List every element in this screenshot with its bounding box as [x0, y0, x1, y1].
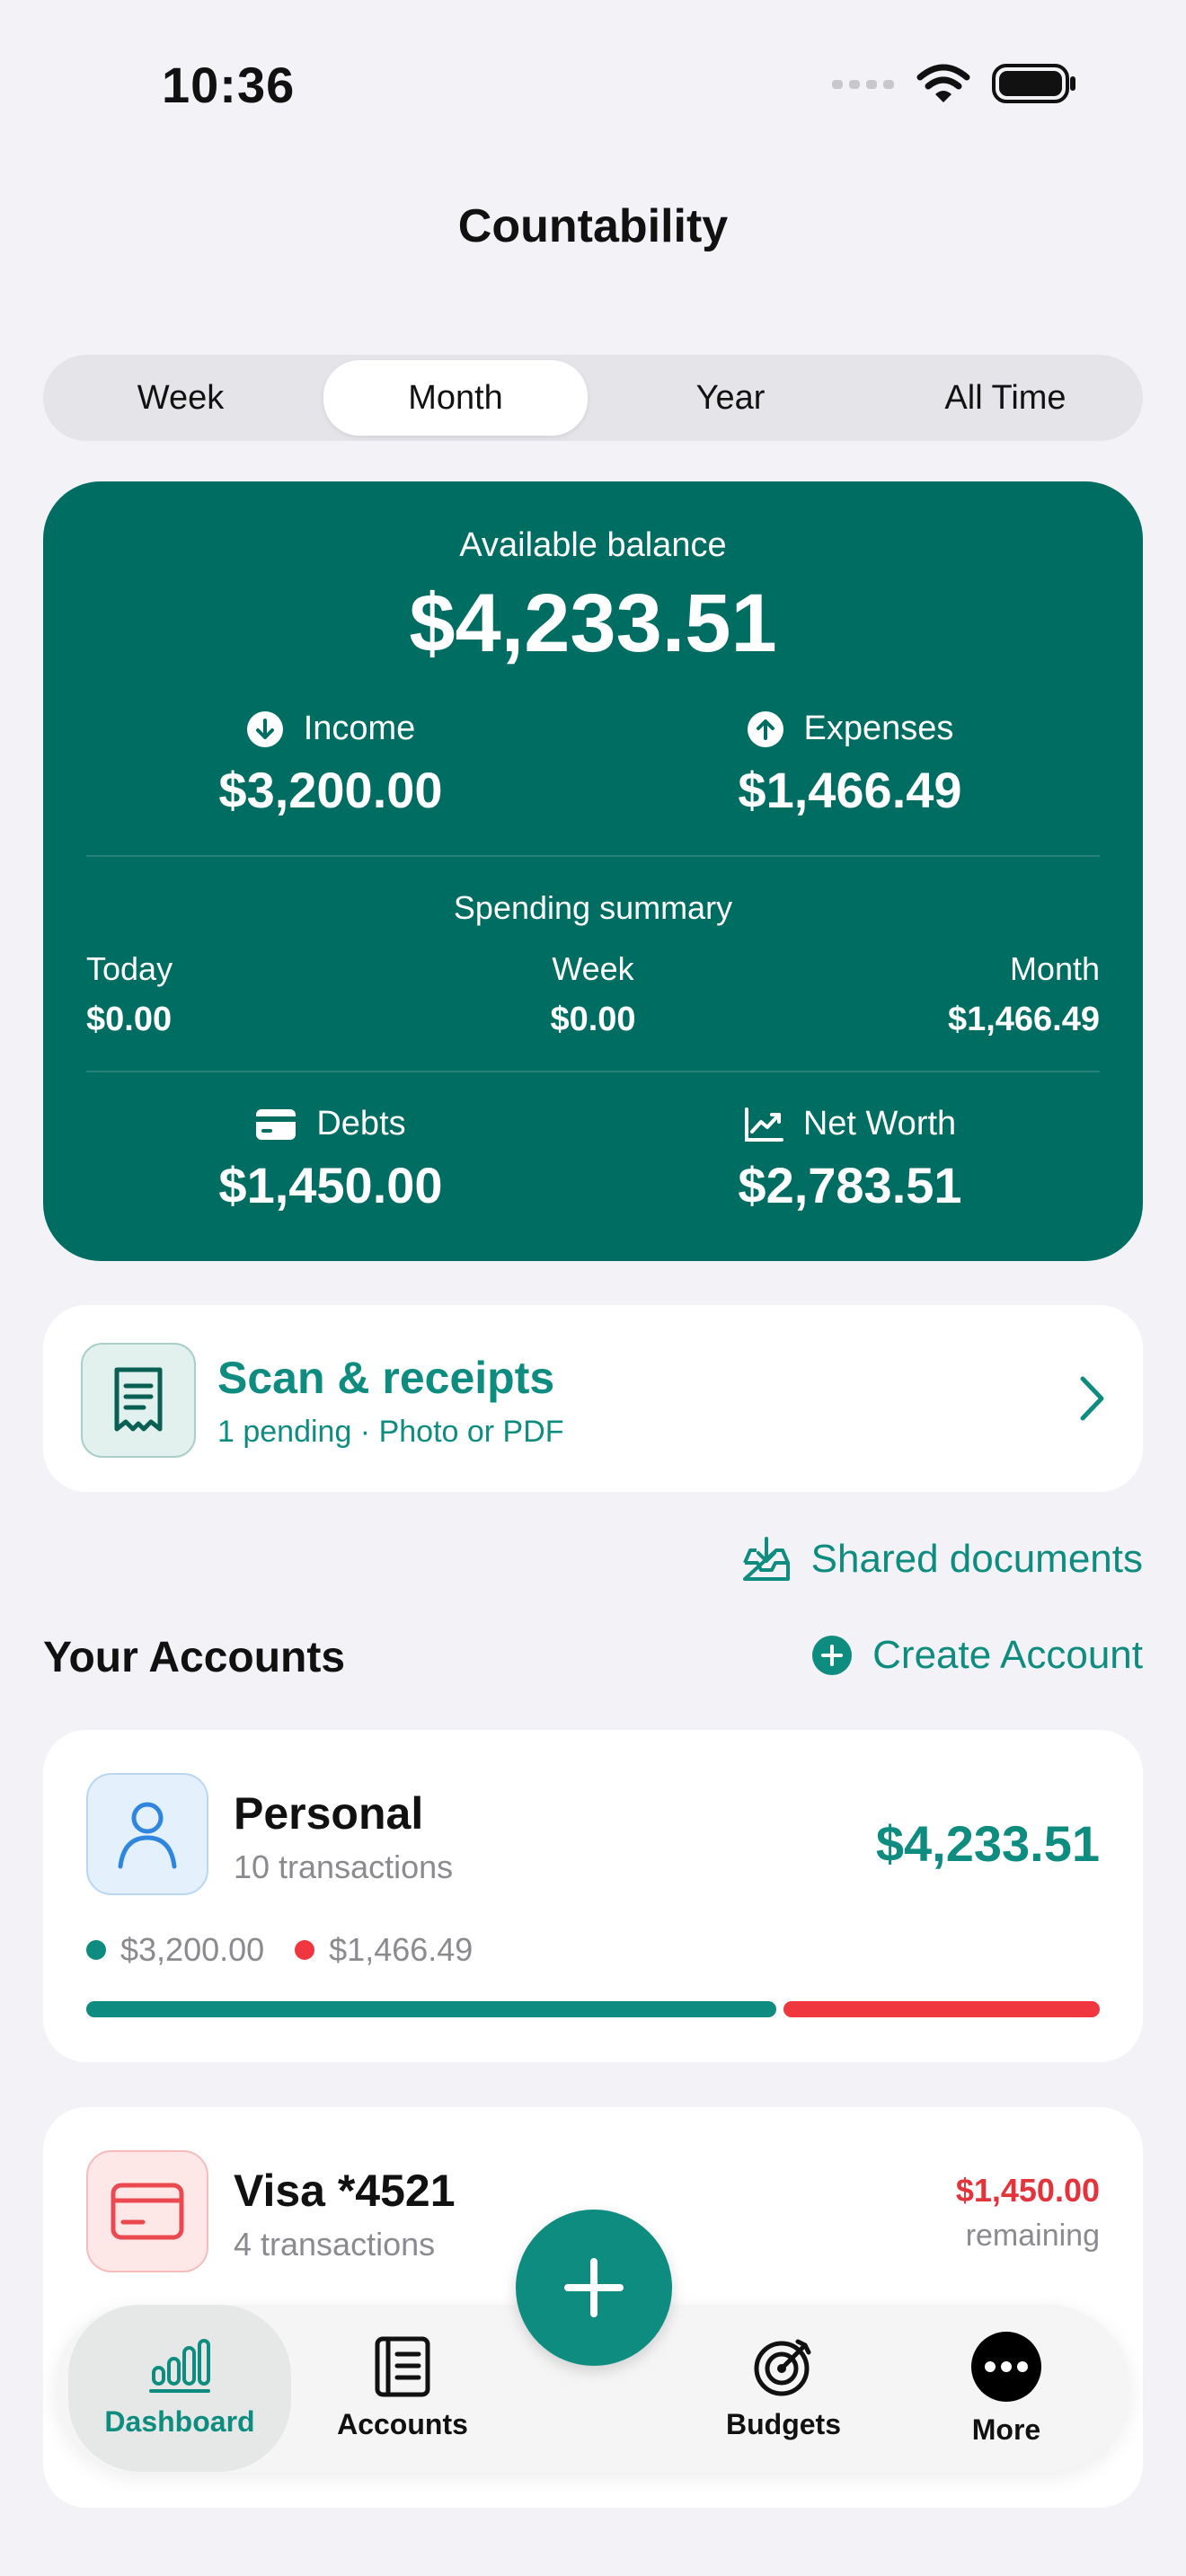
- income-progress-bar: [86, 2001, 776, 2017]
- expenses-amount: $1,466.49: [738, 762, 962, 818]
- debts-label: Debts: [316, 1105, 406, 1142]
- status-icons: [832, 63, 1078, 104]
- income-amount: $3,200.00: [218, 762, 443, 818]
- scan-receipts-card[interactable]: Scan & receipts 1 pending · Photo or PDF: [43, 1305, 1143, 1492]
- income-summary: Income $3,200.00: [70, 710, 591, 819]
- tab-more[interactable]: More: [895, 2305, 1118, 2472]
- target-icon: [754, 2339, 811, 2395]
- available-balance-amount: $4,233.51: [409, 578, 777, 669]
- tab-year[interactable]: Year: [598, 360, 863, 436]
- scan-subtitle: 1 pending · Photo or PDF: [217, 1415, 564, 1449]
- create-account-label: Create Account: [872, 1633, 1143, 1677]
- spending-summary-title: Spending summary: [453, 889, 733, 926]
- debts-summary: Debts $1,450.00: [70, 1105, 591, 1214]
- account-name: Personal: [234, 1788, 424, 1839]
- tab-all-time[interactable]: All Time: [873, 360, 1137, 436]
- tab-month[interactable]: Month: [323, 360, 588, 436]
- expense-progress-bar: [783, 2001, 1100, 2017]
- income-label: Income: [303, 710, 416, 747]
- expenses-label: Expenses: [803, 710, 954, 747]
- shared-documents-link[interactable]: Shared documents: [741, 1536, 1143, 1583]
- account-card-personal[interactable]: Personal 10 transactions $4,233.51 $3,20…: [43, 1730, 1143, 2062]
- account-name: Visa *4521: [234, 2166, 456, 2216]
- person-icon: [118, 1802, 177, 1869]
- debts-amount: $1,450.00: [218, 1157, 443, 1213]
- tab-week[interactable]: Week: [49, 360, 313, 436]
- income-expense-legend: $3,200.00 $1,466.49: [86, 1931, 473, 1969]
- more-ellipsis-icon: [971, 2331, 1041, 2402]
- credit-card-icon: [256, 1108, 296, 1140]
- inbox-download-icon: [742, 1537, 790, 1581]
- networth-amount: $2,783.51: [738, 1157, 962, 1213]
- chevron-right-icon: [1080, 1376, 1104, 1421]
- spending-month-value: $1,466.49: [947, 1001, 1100, 1038]
- plus-icon: [564, 2258, 624, 2317]
- cellular-signal-icon: [832, 80, 894, 89]
- shared-documents-label: Shared documents: [810, 1537, 1143, 1581]
- period-segmented-control: Week Month Year All Time: [43, 355, 1143, 441]
- tab-budgets[interactable]: Budgets: [672, 2305, 895, 2472]
- spending-month-label: Month: [1009, 950, 1100, 987]
- trend-chart-icon: [744, 1107, 783, 1142]
- tab-budgets-label: Budgets: [726, 2407, 841, 2440]
- account-debt-amount: $1,450.00: [955, 2172, 1100, 2209]
- tab-accounts[interactable]: Accounts: [291, 2305, 514, 2472]
- status-time: 10:36: [162, 57, 296, 113]
- receipt-icon: [114, 1367, 163, 1432]
- account-expense: $1,466.49: [329, 1931, 474, 1968]
- account-balance: $4,233.51: [875, 1815, 1100, 1872]
- bar-chart-icon: [149, 2338, 210, 2393]
- account-transactions: 10 transactions: [234, 1848, 454, 1885]
- battery-icon: [992, 64, 1075, 103]
- create-account-button[interactable]: Create Account: [811, 1633, 1143, 1678]
- account-icon-box: [86, 1773, 208, 1895]
- card-divider: [86, 855, 1100, 857]
- tab-accounts-label: Accounts: [337, 2407, 468, 2440]
- tab-dashboard-label: Dashboard: [104, 2404, 255, 2438]
- networth-summary: Net Worth $2,783.51: [589, 1105, 1111, 1214]
- balance-card: Available balance $4,233.51 Income $3,20…: [43, 481, 1143, 1261]
- page-title: Countability: [457, 200, 729, 252]
- credit-card-icon: [111, 2183, 184, 2240]
- scan-title: Scan & receipts: [217, 1353, 555, 1403]
- tab-more-label: More: [971, 2413, 1041, 2446]
- plus-circle-icon: [812, 1636, 853, 1675]
- arrow-down-circle-icon: [246, 710, 283, 747]
- receipt-icon-box: [81, 1343, 196, 1458]
- income-dot: [86, 1940, 106, 1960]
- account-icon-box: [86, 2150, 208, 2272]
- card-divider: [86, 1071, 1100, 1072]
- expense-dot: [295, 1940, 315, 1960]
- arrow-up-circle-icon: [747, 710, 783, 747]
- accounts-section-title: Your Accounts: [43, 1634, 346, 1681]
- add-transaction-button[interactable]: [516, 2210, 672, 2366]
- available-balance-label: Available balance: [459, 526, 727, 564]
- account-income: $3,200.00: [120, 1931, 265, 1968]
- expenses-summary: Expenses $1,466.49: [589, 710, 1111, 819]
- spending-month: Month $1,466.49: [948, 950, 1100, 1039]
- wifi-icon: [916, 64, 970, 102]
- ledger-book-icon: [375, 2336, 430, 2396]
- networth-label: Net Worth: [802, 1105, 957, 1142]
- account-transactions: 4 transactions: [234, 2226, 436, 2263]
- tab-dashboard[interactable]: Dashboard: [68, 2305, 291, 2472]
- account-debt-note: remaining: [965, 2219, 1100, 2253]
